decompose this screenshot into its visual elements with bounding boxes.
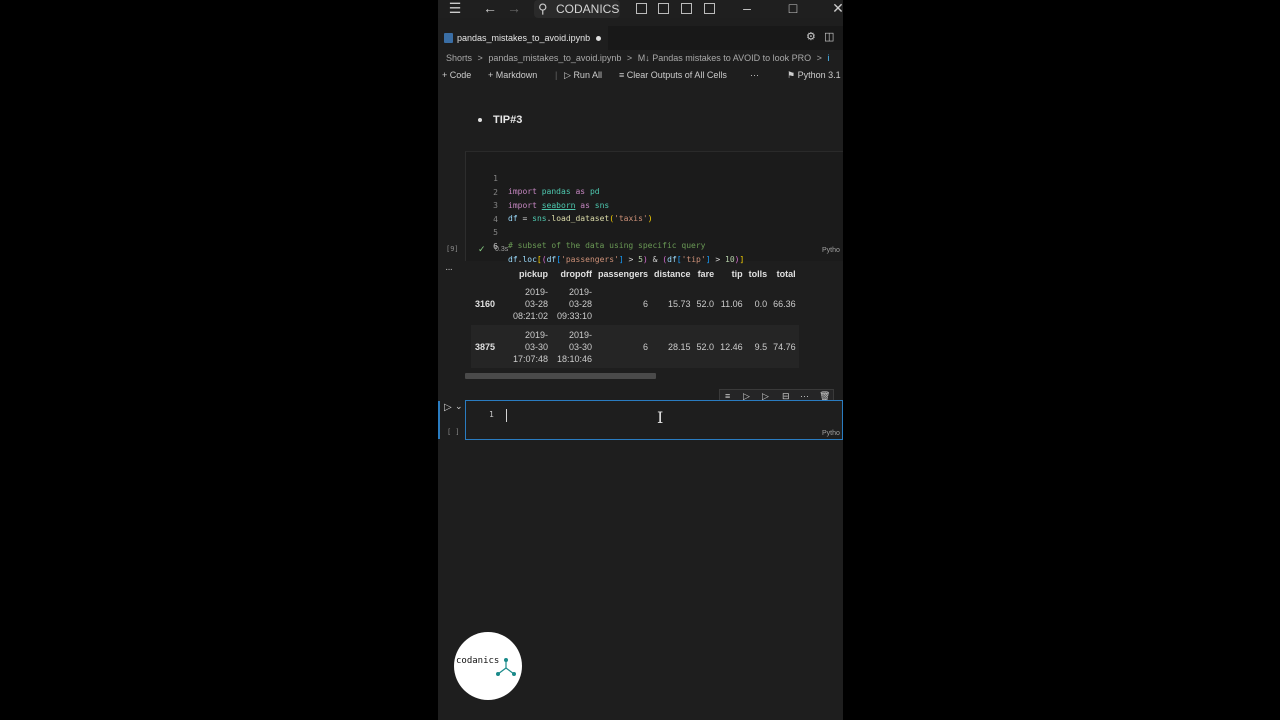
breadcrumb: Shorts > pandas_mistakes_to_avoid.ipynb … bbox=[446, 51, 832, 65]
split-editor-icon[interactable]: ◫ bbox=[824, 29, 834, 47]
chevron-down-icon[interactable]: ⌄ bbox=[455, 401, 463, 412]
search-icon: ⚲ bbox=[538, 1, 548, 16]
horizontal-scrollbar[interactable] bbox=[465, 373, 656, 379]
markdown-bullet bbox=[478, 118, 482, 122]
code-cell[interactable]: 1 import pandas as pd 2 import seaborn a… bbox=[465, 151, 843, 264]
breadcrumb-item-heading[interactable]: M↓ Pandas mistakes to AVOID to look PRO bbox=[638, 53, 811, 63]
notebook-toolbar: + Code + Markdown | ▷ Run All ≡ Clear Ou… bbox=[442, 68, 842, 82]
cell-distance: 28.15 bbox=[668, 341, 691, 352]
execution-count: [ ] bbox=[447, 428, 460, 436]
plus-icon: + bbox=[488, 70, 494, 80]
toolbar-separator: | bbox=[555, 70, 558, 80]
kernel-picker[interactable]: ⚑ Python 3.1 bbox=[787, 68, 841, 82]
breadcrumb-item-shorts[interactable]: Shorts bbox=[446, 53, 472, 63]
breadcrumb-separator: > bbox=[626, 53, 633, 63]
cell-pickup: 2019- 03-28 08:21:02 bbox=[512, 286, 548, 321]
cell-passengers: 6 bbox=[643, 298, 649, 309]
cell-tip: 12.46 bbox=[720, 341, 743, 352]
table-row: 3160 2019- 03-28 08:21:02 2019- 03-28 09:33:… bbox=[471, 282, 799, 325]
cell-language[interactable]: Pytho bbox=[822, 430, 840, 437]
markdown-cell-text[interactable]: TIP#3 bbox=[493, 112, 522, 128]
text-cursor bbox=[506, 409, 507, 422]
table-header: pickup bbox=[518, 269, 548, 279]
clear-outputs-button[interactable]: ≡ Clear Outputs of All Cells bbox=[619, 68, 727, 82]
table-header: distance bbox=[654, 269, 691, 279]
toolbar-more-button[interactable]: ··· bbox=[750, 68, 759, 82]
run-all-button[interactable]: ▷ Run All bbox=[564, 68, 602, 82]
unsaved-dot-icon[interactable] bbox=[596, 36, 601, 41]
title-bar: ☰ ← → ⚲ CODANICS – □ ✕ bbox=[438, 0, 843, 18]
search-text: CODANICS bbox=[556, 2, 620, 16]
close-icon[interactable]: ✕ bbox=[831, 0, 843, 18]
vscode-window: ☰ ← → ⚲ CODANICS – □ ✕ pandas_mistakes_t… bbox=[438, 0, 843, 720]
command-center-search[interactable]: ⚲ CODANICS bbox=[534, 0, 620, 18]
code-line: 2 import seaborn as sns bbox=[493, 188, 610, 210]
output-dataframe: pickup dropoff passengers distance fare … bbox=[471, 266, 799, 368]
add-markdown-cell-button[interactable]: + Markdown bbox=[488, 68, 537, 82]
minimize-icon[interactable]: – bbox=[740, 0, 754, 18]
toggle-primary-sidebar-icon[interactable] bbox=[636, 3, 647, 14]
cell-pickup: 2019- 03-30 17:07:48 bbox=[512, 329, 548, 364]
empty-code-cell-editor[interactable] bbox=[465, 400, 843, 440]
code-line: 1 import pandas as pd bbox=[493, 174, 600, 196]
molecule-icon bbox=[496, 658, 516, 676]
row-index: 3160 bbox=[475, 298, 496, 309]
table-row: 3875 2019- 03-30 17:07:48 2019- 03-30 18:10:… bbox=[471, 325, 799, 368]
cell-fare: 52.0 bbox=[696, 298, 715, 309]
cell-tip: 11.06 bbox=[720, 298, 743, 309]
cell-fare: 52.0 bbox=[696, 341, 715, 352]
execution-count: [9] bbox=[446, 245, 459, 253]
cell-tolls: 9.5 bbox=[754, 341, 768, 352]
breadcrumb-item-symbol[interactable]: i bbox=[827, 53, 829, 63]
code-line: 6 df.loc[(df['passengers'] > 5) & (df['t… bbox=[493, 242, 745, 264]
cell-dropoff: 2019- 03-28 09:33:10 bbox=[556, 286, 592, 321]
line-number: 1 bbox=[489, 410, 494, 419]
maximize-icon[interactable]: □ bbox=[786, 0, 800, 18]
table-header: fare bbox=[697, 269, 715, 279]
kernel-icon: ⚑ bbox=[787, 70, 796, 80]
cell-total: 74.76 bbox=[773, 341, 796, 352]
breadcrumb-separator: > bbox=[816, 53, 822, 63]
code-line: 4 bbox=[493, 215, 498, 224]
cell-language[interactable]: Pytho bbox=[822, 247, 840, 254]
cell-distance: 15.73 bbox=[668, 298, 691, 309]
plus-icon: + bbox=[442, 70, 448, 80]
codanics-logo: codanics bbox=[454, 632, 522, 700]
toggle-secondary-sidebar-icon[interactable] bbox=[681, 3, 692, 14]
notebook-file-icon bbox=[444, 33, 453, 43]
table-header: total bbox=[776, 269, 796, 279]
focused-cell-indicator bbox=[438, 401, 440, 439]
mouse-ibeam-cursor: I bbox=[657, 408, 664, 427]
customize-layout-icon[interactable] bbox=[704, 3, 715, 14]
back-arrow-icon[interactable]: ← bbox=[482, 0, 498, 18]
execution-time: 0.3s bbox=[495, 246, 509, 253]
table-header: tolls bbox=[748, 269, 768, 279]
cell-total: 66.36 bbox=[773, 298, 796, 309]
cell-passengers: 6 bbox=[643, 341, 649, 352]
cell-dropoff: 2019- 03-30 18:10:46 bbox=[556, 329, 592, 364]
code-line: 5 # subset of the data using specific qu… bbox=[493, 228, 706, 250]
table-header: passengers bbox=[598, 269, 649, 279]
clear-outputs-icon: ≡ bbox=[619, 70, 625, 80]
gear-icon[interactable]: ⚙ bbox=[806, 29, 816, 47]
cell-tolls: 0.0 bbox=[754, 298, 768, 309]
row-index: 3875 bbox=[475, 341, 496, 352]
code-line: 3 df = sns.load_dataset('taxis') bbox=[493, 201, 653, 223]
forward-arrow-icon[interactable]: → bbox=[506, 0, 522, 18]
toggle-panel-icon[interactable] bbox=[658, 3, 669, 14]
table-header-index bbox=[471, 266, 507, 282]
run-all-icon: ▷ bbox=[564, 70, 571, 80]
breadcrumb-item-notebook[interactable]: pandas_mistakes_to_avoid.ipynb bbox=[488, 53, 621, 63]
check-icon: ✓ bbox=[478, 244, 486, 254]
tab-label: pandas_mistakes_to_avoid.ipynb bbox=[457, 33, 591, 43]
run-cell-icon[interactable]: ▷ bbox=[444, 402, 452, 413]
menu-icon[interactable]: ☰ bbox=[446, 0, 464, 18]
breadcrumb-separator: > bbox=[477, 53, 483, 63]
table-header: dropoff bbox=[560, 269, 593, 279]
add-code-cell-button[interactable]: + Code bbox=[442, 68, 471, 82]
output-more-button[interactable]: ··· bbox=[445, 264, 453, 275]
table-header: tip bbox=[731, 269, 743, 279]
tab-pandas-notebook[interactable]: pandas_mistakes_to_avoid.ipynb bbox=[438, 26, 608, 50]
editor-tab-bar: pandas_mistakes_to_avoid.ipynb ⚙ ◫ bbox=[438, 26, 843, 50]
